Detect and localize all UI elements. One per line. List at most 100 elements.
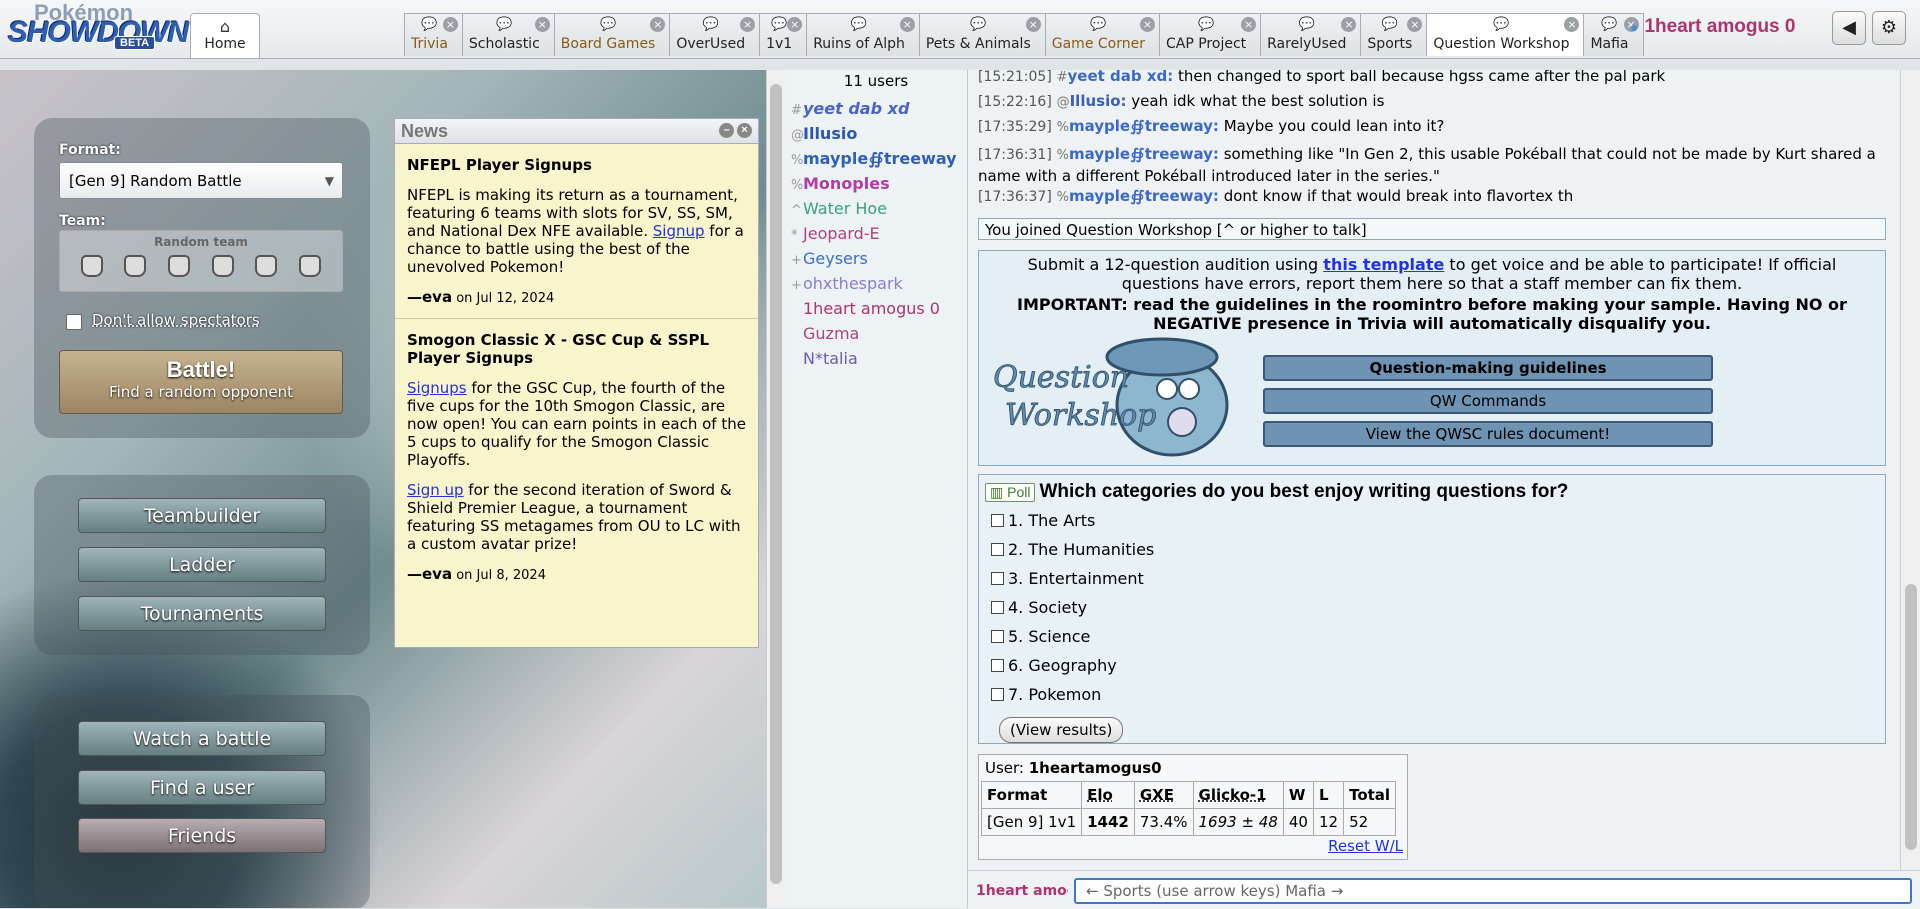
sound-button[interactable]: ◀ [1832, 11, 1866, 45]
timestamp: [15:22:16] [978, 94, 1052, 110]
room-tab[interactable]: 💬 RarelyUsed × [1260, 13, 1361, 56]
close-icon[interactable]: × [740, 17, 756, 32]
tab-home[interactable]: ⌂ Home [190, 13, 260, 58]
qw-commands-button[interactable]: QW Commands [1263, 388, 1713, 414]
user-entry[interactable]: +ohxthespark [785, 271, 967, 296]
poll-option[interactable]: 5. Science [991, 627, 1090, 646]
find-user-button[interactable]: Find a user [78, 770, 326, 805]
format-select[interactable]: [Gen 9] Random Battle ▼ [59, 162, 343, 199]
close-icon[interactable]: × [787, 17, 803, 32]
tournaments-button[interactable]: Tournaments [78, 596, 326, 631]
poll-option[interactable]: 3. Entertainment [991, 569, 1144, 588]
poll-option-checkbox[interactable] [991, 572, 1004, 585]
room-tab[interactable]: 💬 Sports × [1360, 13, 1427, 56]
close-icon[interactable]: × [534, 17, 550, 32]
view-results-button[interactable]: (View results) [999, 717, 1124, 743]
poll-option[interactable]: 4. Society [991, 598, 1087, 617]
signups-link[interactable]: Signups [407, 379, 467, 397]
room-tab[interactable]: 💬 CAP Project × [1158, 13, 1261, 56]
spectators-label[interactable]: Don't allow spectators [92, 311, 260, 329]
user-entry[interactable]: #yeet dab xd [785, 96, 967, 121]
close-icon[interactable]: × [1407, 17, 1423, 32]
user-entry[interactable]: N*talia [785, 346, 967, 371]
settings-button[interactable]: ⚙ [1872, 11, 1906, 45]
watch-battle-button[interactable]: Watch a battle [78, 721, 326, 756]
room-tab[interactable]: 💬 1v1 × [759, 13, 807, 56]
poll-option[interactable]: 6. Geography [991, 656, 1117, 675]
poll-box: ▥ Poll Which categories do you best enjoy… [978, 474, 1886, 744]
message-author[interactable]: Illusio: [1070, 92, 1127, 110]
poll-option-label: 1. The Arts [1008, 511, 1096, 530]
scrollbar-thumb[interactable] [770, 84, 782, 884]
user-entry[interactable]: Guzma [785, 321, 967, 346]
close-icon[interactable]: × [442, 17, 458, 32]
close-icon[interactable]: × [1564, 17, 1580, 32]
message-author[interactable]: yeet dab xd: [1068, 70, 1174, 85]
room-tab[interactable]: 💬 Game Corner × [1044, 13, 1159, 56]
user-entry[interactable]: ^Water Hoe [785, 196, 967, 221]
signup-link[interactable]: Signup [653, 222, 705, 240]
showdown-logo[interactable]: Pokémon SHOWDOWN BETA [4, 0, 189, 56]
teambuilder-button[interactable]: Teambuilder [78, 498, 326, 533]
close-icon[interactable]: × [737, 123, 752, 138]
poll-option-checkbox[interactable] [991, 601, 1004, 614]
user-entry[interactable]: +Geysers [785, 246, 967, 271]
room-tab-label: Sports [1367, 36, 1413, 52]
user-name: Water Hoe [803, 199, 888, 218]
scrollbar-thumb[interactable] [1905, 584, 1917, 850]
poll-option[interactable]: 2. The Humanities [991, 540, 1154, 559]
minimize-icon[interactable]: – [719, 123, 734, 138]
stats-cell: 73.4% [1133, 808, 1194, 836]
close-icon[interactable]: × [899, 17, 915, 32]
close-icon[interactable]: × [1241, 17, 1257, 32]
room-tab[interactable]: 💬 Ruins of Alph × [806, 13, 919, 56]
template-link[interactable]: this template [1323, 255, 1444, 274]
user-entry[interactable]: * Jeopard-E [785, 221, 967, 246]
room-tab[interactable]: 💬 Pets & Animals × [918, 13, 1045, 56]
poll-option-checkbox[interactable] [991, 514, 1004, 527]
user-entry[interactable]: %mayple∯treeway [785, 146, 967, 171]
poll-option-checkbox[interactable] [991, 688, 1004, 701]
room-tab[interactable]: 💬 Scholastic × [461, 13, 554, 56]
chat-scrollbar[interactable] [1900, 70, 1920, 870]
room-tab[interactable]: 💬 Question Workshop × [1426, 13, 1584, 56]
timestamp: [17:36:31] [978, 147, 1052, 163]
user-entry[interactable]: 1heart amogus 0 [785, 296, 967, 321]
close-icon[interactable]: × [1025, 17, 1041, 32]
poll-option-checkbox[interactable] [991, 630, 1004, 643]
friends-button[interactable]: Friends [78, 818, 326, 853]
message-author[interactable]: mayple∯treeway: [1069, 187, 1219, 205]
chat-input[interactable]: ← Sports (use arrow keys) Mafia → [1074, 878, 1912, 904]
user-entry[interactable]: %Monoples [785, 171, 967, 196]
bar-chart-icon: ▥ [990, 484, 1004, 500]
poll-option-checkbox[interactable] [991, 659, 1004, 672]
room-tab[interactable]: 💬 OverUsed × [669, 13, 760, 56]
left-scrollbar[interactable] [766, 70, 785, 908]
battle-button[interactable]: Battle! Find a random opponent [59, 350, 343, 414]
user-entry[interactable]: @Illusio [785, 121, 967, 146]
user-stats-box: User: 1heartamogus0 Format Elo GXE Glicko-1… [978, 754, 1408, 860]
team-select[interactable]: Random team [59, 230, 343, 292]
reset-wl-link[interactable]: Reset W/L [1328, 837, 1403, 855]
close-icon[interactable]: × [1341, 17, 1357, 32]
message-author[interactable]: mayple∯treeway: [1069, 145, 1219, 163]
qwsc-rules-button[interactable]: View the QWSC rules document! [1263, 421, 1713, 447]
rank-symbol: % [1056, 120, 1069, 135]
user-button[interactable]: ● 1heart amogus 0 [1630, 16, 1795, 38]
spectators-checkbox[interactable] [66, 314, 82, 330]
gear-icon: ⚙ [1880, 17, 1898, 38]
guidelines-button[interactable]: Question-making guidelines [1263, 355, 1713, 381]
close-icon[interactable]: × [650, 17, 666, 32]
ladder-button[interactable]: Ladder [78, 547, 326, 582]
user-name: Guzma [803, 324, 860, 343]
chat-bubble-icon: 💬 [1090, 17, 1107, 32]
signup-link[interactable]: Sign up [407, 481, 464, 499]
message-author[interactable]: mayple∯treeway: [1069, 117, 1219, 135]
poll-option[interactable]: 7. Pokemon [991, 685, 1101, 704]
question-workshop-logo: Question Workshop [993, 337, 1229, 457]
room-tab[interactable]: 💬 Board Games × [553, 13, 670, 56]
poll-option[interactable]: 1. The Arts [991, 511, 1095, 530]
room-tab[interactable]: 💬 Trivia × [404, 13, 462, 56]
poll-option-checkbox[interactable] [991, 543, 1004, 556]
close-icon[interactable]: × [1139, 17, 1155, 32]
